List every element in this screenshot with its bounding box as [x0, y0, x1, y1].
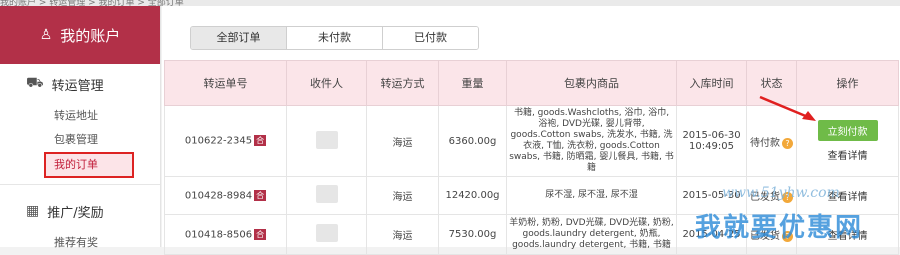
tab-all-orders[interactable]: 全部订单: [191, 27, 287, 49]
help-icon[interactable]: ?: [782, 137, 793, 149]
order-number[interactable]: 010622-2345: [185, 136, 252, 147]
merged-badge: 合: [254, 189, 267, 201]
sidebar-divider: [0, 184, 160, 185]
col-goods: 包裹内商品: [506, 60, 677, 106]
sidebar-item-packages[interactable]: 包裹管理: [26, 128, 160, 152]
account-title: 我的账户: [60, 26, 121, 45]
weight: 7530.00g: [438, 214, 507, 255]
col-recipient: 收件人: [286, 60, 367, 106]
col-date: 入库时间: [676, 60, 747, 106]
col-status: 状态: [746, 60, 797, 106]
goods-list: 羊奶粉, 奶粉, DVD光碟, DVD光碟, 奶粉, goods.laundry…: [506, 214, 677, 255]
pay-now-button[interactable]: 立刻付款: [817, 120, 878, 141]
arrival-date: 2015-06-30: [682, 130, 741, 141]
table-row: 010622-2345 合 海运 6360.00g 书籍, goods.Washc…: [164, 105, 899, 177]
shipping-method: 海运: [366, 214, 439, 255]
sidebar: ♙ 我的账户 ⛟ 转运管理 转运地址 包裹管理 我的订单 ▦ 推广/奖励 推荐有…: [0, 6, 161, 249]
col-order-no: 转运单号: [164, 60, 287, 106]
sidebar-group-title: ▦ 推广/奖励: [26, 203, 104, 221]
user-icon: ♙: [39, 27, 53, 43]
col-weight: 重量: [438, 60, 507, 106]
goods-list: 尿不湿, 尿不湿, 尿不湿: [506, 176, 677, 215]
sidebar-item-referral[interactable]: 推荐有奖: [26, 231, 160, 255]
arrival-time: 10:49:05: [689, 141, 734, 152]
shipping-method: 海运: [366, 105, 439, 177]
order-number[interactable]: 010428-8984: [185, 190, 252, 201]
sidebar-group-forwarding: ⛟ 转运管理 转运地址 包裹管理 我的订单: [0, 64, 160, 178]
merged-badge: 合: [254, 228, 267, 240]
col-method: 转运方式: [366, 60, 439, 106]
order-number[interactable]: 010418-8506: [185, 229, 252, 240]
weight: 12420.00g: [438, 176, 507, 215]
table-header-row: 转运单号 收件人 转运方式 重量 包裹内商品 入库时间 状态 操作: [164, 60, 899, 106]
status-label: 待付款: [750, 137, 780, 149]
gift-icon: ▦: [26, 203, 40, 219]
watermark-url: www.51yhw.com: [722, 185, 840, 201]
shipping-method: 海运: [366, 176, 439, 215]
goods-list: 书籍, goods.Washcloths, 浴巾, 浴巾, 浴袍, DVD光碟,…: [506, 105, 677, 177]
truck-icon: ⛟: [26, 75, 44, 91]
order-tabs: 全部订单 未付款 已付款: [190, 26, 479, 50]
tab-paid[interactable]: 已付款: [383, 27, 478, 49]
recipient-redacted: [315, 224, 338, 242]
recipient-redacted: [315, 185, 338, 203]
sidebar-item-address[interactable]: 转运地址: [26, 104, 160, 128]
sidebar-group-title: ⛟ 转运管理: [26, 75, 104, 94]
weight: 6360.00g: [438, 105, 507, 177]
merged-badge: 合: [254, 135, 267, 147]
sidebar-item-my-orders[interactable]: 我的订单: [44, 152, 134, 178]
watermark-text: 我就要优惠网: [695, 213, 864, 243]
tab-unpaid[interactable]: 未付款: [287, 27, 383, 49]
recipient-redacted: [315, 130, 338, 149]
col-actions: 操作: [796, 60, 899, 106]
view-details-link[interactable]: 查看详情: [828, 151, 868, 162]
sidebar-group-rewards: ▦ 推广/奖励 推荐有奖: [0, 191, 160, 255]
account-header[interactable]: ♙ 我的账户: [0, 6, 160, 64]
